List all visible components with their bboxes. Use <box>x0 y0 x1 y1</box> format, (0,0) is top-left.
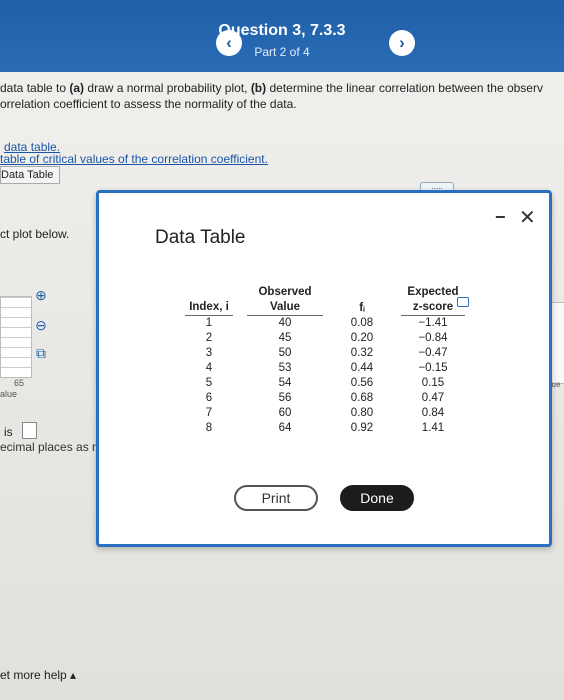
table-row: 4 53 0.44 −0.15 <box>185 361 465 376</box>
cell-z-score: −0.47 <box>418 347 448 359</box>
cell-index: 7 <box>205 407 213 419</box>
cell-value: 54 <box>278 377 292 389</box>
header-value: Value <box>247 300 323 316</box>
data-table: Observed Expected Index, i Value fᵢ z-sc… <box>185 285 465 436</box>
minimize-icon[interactable]: − <box>495 207 506 228</box>
question-header: ‹ Question 3, 7.3.3 Part 2 of 4 › <box>0 0 564 72</box>
table-row: 7 60 0.80 0.84 <box>185 406 465 421</box>
cell-value: 53 <box>278 362 292 374</box>
table-row: 5 54 0.56 0.15 <box>185 376 465 391</box>
data-table-dialog: − ✕ Data Table Observed Expected Index, … <box>96 190 552 547</box>
cell-value: 50 <box>278 347 292 359</box>
header-expected: Expected <box>407 286 459 298</box>
table-row: 8 64 0.92 1.41 <box>185 421 465 436</box>
cell-fi: 0.08 <box>350 316 374 329</box>
cell-value: 60 <box>278 407 292 419</box>
header-z-score: z-score <box>401 300 465 316</box>
zoom-in-icon[interactable]: ⊕ <box>32 286 50 304</box>
cell-z-score: 1.41 <box>421 422 445 434</box>
instruction-line-1: data table to (a) draw a normal probabil… <box>0 81 543 95</box>
cell-value: 45 <box>278 332 292 344</box>
zoom-out-icon[interactable]: ⊖ <box>32 316 50 334</box>
answer-prompt: is <box>4 425 13 439</box>
cell-value: 64 <box>278 422 292 434</box>
question-part: Part 2 of 4 <box>254 45 310 59</box>
cell-fi: 0.68 <box>350 392 374 404</box>
answer-input[interactable] <box>22 422 37 439</box>
cell-z-score: 0.84 <box>421 407 445 419</box>
plot-instruction: ct plot below. <box>0 227 70 241</box>
cell-fi: 0.20 <box>350 332 374 344</box>
header-fi: fᵢ <box>359 301 365 314</box>
cell-fi: 0.92 <box>350 422 374 434</box>
cell-fi: 0.80 <box>350 407 374 419</box>
cell-fi: 0.44 <box>350 362 374 374</box>
header-index: Index, i <box>185 300 233 316</box>
cell-index: 4 <box>205 362 213 374</box>
cell-index: 5 <box>205 377 213 389</box>
popout-icon[interactable]: ⧉ <box>32 344 50 362</box>
print-button[interactable]: Print <box>234 485 318 511</box>
dialog-title: Data Table <box>155 227 246 248</box>
table-row: 3 50 0.32 −0.47 <box>185 346 465 361</box>
question-title: Question 3, 7.3.3 <box>218 22 346 39</box>
instruction-line-2: orrelation coefficient to assess the nor… <box>0 97 297 111</box>
critical-values-link[interactable]: table of critical values of the correlat… <box>0 152 268 166</box>
table-row: 2 45 0.20 −0.84 <box>185 331 465 346</box>
table-row: 1 40 0.08 −1.41 <box>185 316 465 332</box>
cell-value: 56 <box>278 392 292 404</box>
copy-icon[interactable] <box>457 297 469 307</box>
cell-index: 1 <box>205 317 213 329</box>
axis-label: alue <box>0 389 18 399</box>
instructions: data table to (a) draw a normal probabil… <box>0 80 564 112</box>
plot-thumbnail[interactable] <box>0 296 32 378</box>
cell-index: 3 <box>205 347 213 359</box>
cell-z-score: 0.47 <box>421 392 445 404</box>
close-icon[interactable]: ✕ <box>519 205 536 230</box>
cell-index: 6 <box>205 392 213 404</box>
cell-fi: 0.56 <box>350 377 374 389</box>
get-more-help-button[interactable]: et more help ▴ <box>0 668 76 682</box>
cell-z-score: −0.84 <box>418 332 448 344</box>
cell-z-score: 0.15 <box>421 377 445 389</box>
cell-z-score: −0.15 <box>418 362 448 374</box>
header-observed: Observed <box>258 286 312 298</box>
cell-value: 40 <box>278 317 292 329</box>
data-table-tab[interactable]: Data Table <box>0 166 61 184</box>
cell-fi: 0.32 <box>350 347 374 359</box>
axis-value: 65 <box>14 378 25 388</box>
table-row: 6 56 0.68 0.47 <box>185 391 465 406</box>
cell-index: 2 <box>205 332 213 344</box>
cell-index: 8 <box>205 422 213 434</box>
done-button[interactable]: Done <box>340 485 414 511</box>
cell-z-score: −1.41 <box>418 317 448 329</box>
table-header-row-2: Index, i Value fᵢ z-score <box>185 300 465 316</box>
table-header-row-1: Observed Expected <box>185 285 465 300</box>
next-question-button[interactable]: › <box>389 30 415 56</box>
